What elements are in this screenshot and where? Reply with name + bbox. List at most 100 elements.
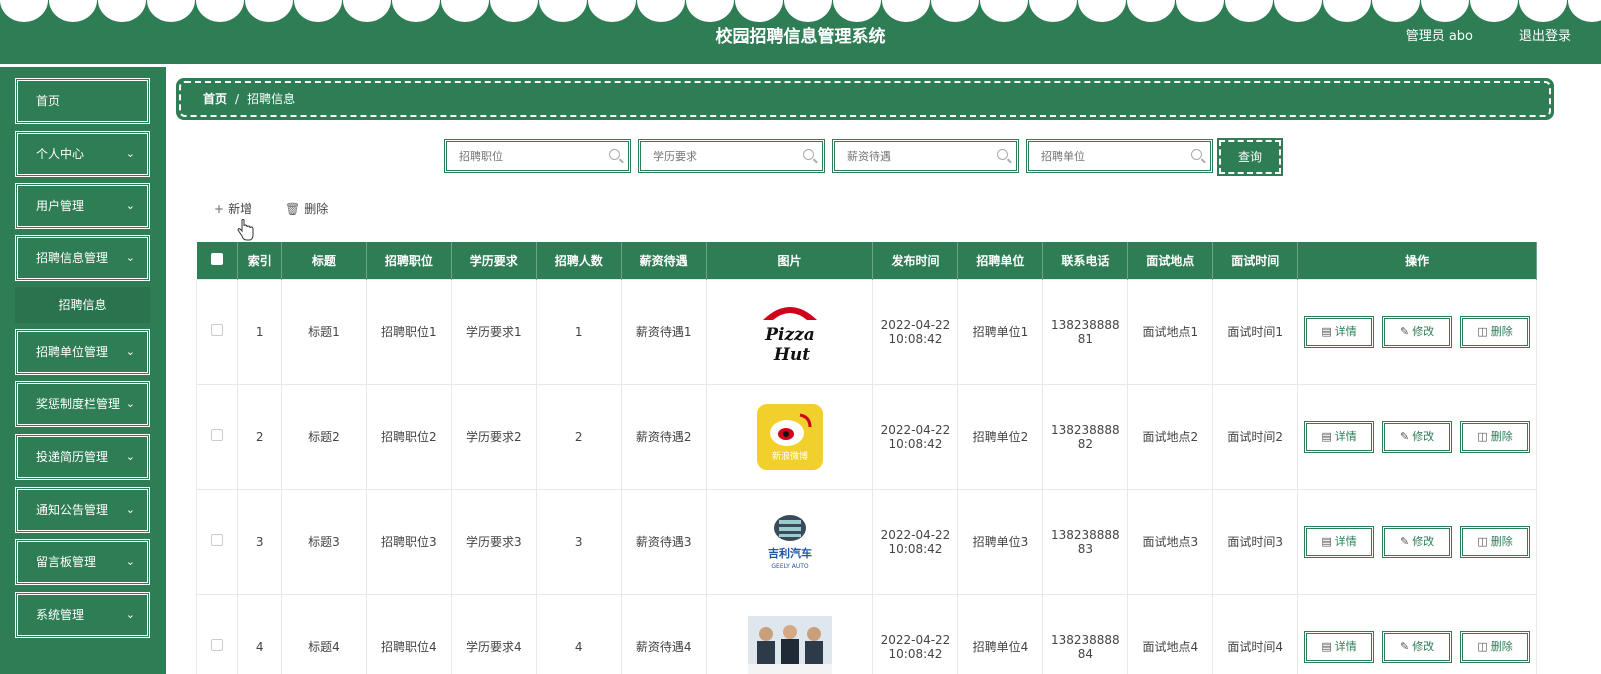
edit-button[interactable]: ✎ 修改 [1382,630,1453,663]
sidebar-subitem-recruitment-info[interactable]: 招聘信息 [15,287,150,323]
cell-image: 吉利汽车 GEELY AUTO [705,488,874,595]
row-select-cell[interactable] [196,488,239,595]
table-row[interactable]: 3 标题3 招聘职位3 学历要求3 3 薪资待遇3 吉利汽车 GEELY AUTO 2022-0… [196,488,1537,595]
scallop [490,0,538,22]
search-company-field[interactable] [1026,139,1213,173]
sidebar-item-label: 留言板管理 [36,555,97,569]
row-checkbox[interactable] [211,429,224,441]
edit-button[interactable]: ✎ 修改 [1382,315,1453,348]
chevron-down-icon: ⌄ [125,503,135,516]
sidebar-item-recruitment-management[interactable]: 招聘信息管理 ⌄ [15,235,150,281]
table-row[interactable]: 2 标题2 招聘职位2 学历要求2 2 薪资待遇2 新浪微博 2022-04-22 10:08:… [196,383,1537,490]
search-icon [997,149,1008,160]
sidebar-item-label: 招聘单位管理 [36,345,109,359]
add-button[interactable]: + 新增 [214,200,252,217]
breadcrumb: 首页 / 招聘信息 [176,78,1554,120]
phone-line2: 83 [1077,541,1093,556]
logo-text: Hut [772,345,809,365]
scallop [196,0,244,22]
sidebar-item-system-management[interactable]: 系统管理 ⌄ [15,592,150,638]
sidebar-item-home[interactable]: 首页 [15,78,150,124]
sidebar-item-resume-management[interactable]: 投递简历管理 ⌄ [15,434,150,480]
select-all-cell[interactable] [196,242,239,279]
cell-company: 招聘单位1 [957,278,1044,385]
logo-text: GEELY AUTO [771,563,809,570]
table-row[interactable]: 1 标题1 招聘职位1 学历要求1 1 薪资待遇1 Pizza Hut 2022-04-22 10… [196,278,1537,385]
search-education-field[interactable] [638,139,825,173]
chevron-down-icon: ⌄ [125,199,135,212]
cell-education: 学历要求1 [450,278,537,385]
search-position-field[interactable] [444,139,631,173]
scallop [1225,0,1273,22]
pencil-icon: ✎ [1399,429,1410,443]
cell-index: 4 [237,593,282,674]
row-checkbox[interactable] [211,639,224,651]
row-delete-button[interactable]: ◫ 删除 [1460,420,1531,453]
logout-link[interactable]: 退出登录 [1519,25,1571,44]
delete-button[interactable]: 🗑︎ 删除 [285,200,328,217]
row-delete-button[interactable]: ◫ 删除 [1460,630,1531,663]
detail-button[interactable]: ▤ 详情 [1304,525,1375,558]
table-header-row: 索引 标题 招聘职位 学历要求 招聘人数 薪资待遇 图片 发布时间 招聘单位 联… [196,242,1537,279]
column-header: 薪资待遇 [621,242,707,279]
trash-icon: 🗑︎ [285,202,301,216]
chevron-down-icon: ⌄ [125,251,135,264]
geely-logo: 吉利汽车 GEELY AUTO [768,514,812,570]
scallop [686,0,734,22]
cell-index: 2 [237,383,282,490]
cell-count: 2 [535,383,622,490]
sidebar-item-rewards-management[interactable]: 奖惩制度栏管理 ⌄ [15,381,150,427]
sidebar-item-user-management[interactable]: 用户管理 ⌄ [15,183,150,229]
cell-location: 面试地点1 [1127,278,1214,385]
cell-interview-time: 面试时间1 [1212,278,1299,385]
row-select-cell[interactable] [196,383,239,490]
row-checkbox[interactable] [211,324,224,336]
edit-button[interactable]: ✎ 修改 [1382,420,1453,453]
cell-actions: ▤ 详情 ✎ 修改 ◫ 删除 [1297,278,1537,385]
search-education-input[interactable] [641,142,822,170]
scallop [539,0,587,22]
document-icon: ▤ [1321,639,1332,653]
search-company-input[interactable] [1029,142,1210,170]
table-row[interactable]: 4 标题4 招聘职位4 学历要求4 4 薪资待遇4 2022-04-22 10:08:42 招聘… [196,593,1537,674]
cell-education: 学历要求3 [450,488,537,595]
row-delete-button[interactable]: ◫ 删除 [1460,525,1531,558]
detail-label: 详情 [1334,429,1357,443]
add-label: 新增 [228,202,253,216]
publish-date: 2022-04-22 [880,632,951,647]
select-all-checkbox[interactable] [210,252,223,265]
top-header: 校园招聘信息管理系统 管理员 abo 退出登录 [0,0,1601,64]
cell-phone: 138238888 83 [1042,488,1129,595]
sidebar-item-personal-center[interactable]: 个人中心 ⌄ [15,131,150,177]
search-salary-input[interactable] [835,142,1016,170]
row-select-cell[interactable] [196,593,239,674]
sidebar-item-message-board[interactable]: 留言板管理 ⌄ [15,539,150,585]
weibo-logo: 新浪微博 [756,403,823,470]
publish-clock: 10:08:42 [888,646,943,661]
edit-button[interactable]: ✎ 修改 [1382,525,1453,558]
detail-button[interactable]: ▤ 详情 [1304,315,1375,348]
breadcrumb-home[interactable]: 首页 [203,92,227,106]
cell-publish-time: 2022-04-22 10:08:42 [872,593,959,674]
row-select-cell[interactable] [196,278,239,385]
detail-button[interactable]: ▤ 详情 [1304,630,1375,663]
detail-button[interactable]: ▤ 详情 [1304,420,1375,453]
search-position-input[interactable] [447,142,628,170]
cell-interview-time: 面试时间3 [1212,488,1299,595]
cell-index: 3 [237,488,282,595]
publish-clock: 10:08:42 [888,436,943,451]
search-button[interactable]: 查询 [1217,138,1283,176]
pizza-hut-logo: PizzaHut [762,306,817,365]
phone-line2: 81 [1077,331,1093,346]
row-delete-button[interactable]: ◫ 删除 [1460,315,1531,348]
search-salary-field[interactable] [832,139,1019,173]
chevron-down-icon: ⌄ [125,147,135,160]
document-icon: ▤ [1321,534,1332,548]
scallop [1274,0,1322,22]
cell-image: Pizza Hut [705,278,874,385]
row-checkbox[interactable] [211,534,224,546]
scallop [1029,0,1077,22]
phone-line1: 138238888 [1050,317,1120,332]
sidebar-item-notice-management[interactable]: 通知公告管理 ⌄ [15,487,150,533]
sidebar-item-company-management[interactable]: 招聘单位管理 ⌄ [15,329,150,375]
